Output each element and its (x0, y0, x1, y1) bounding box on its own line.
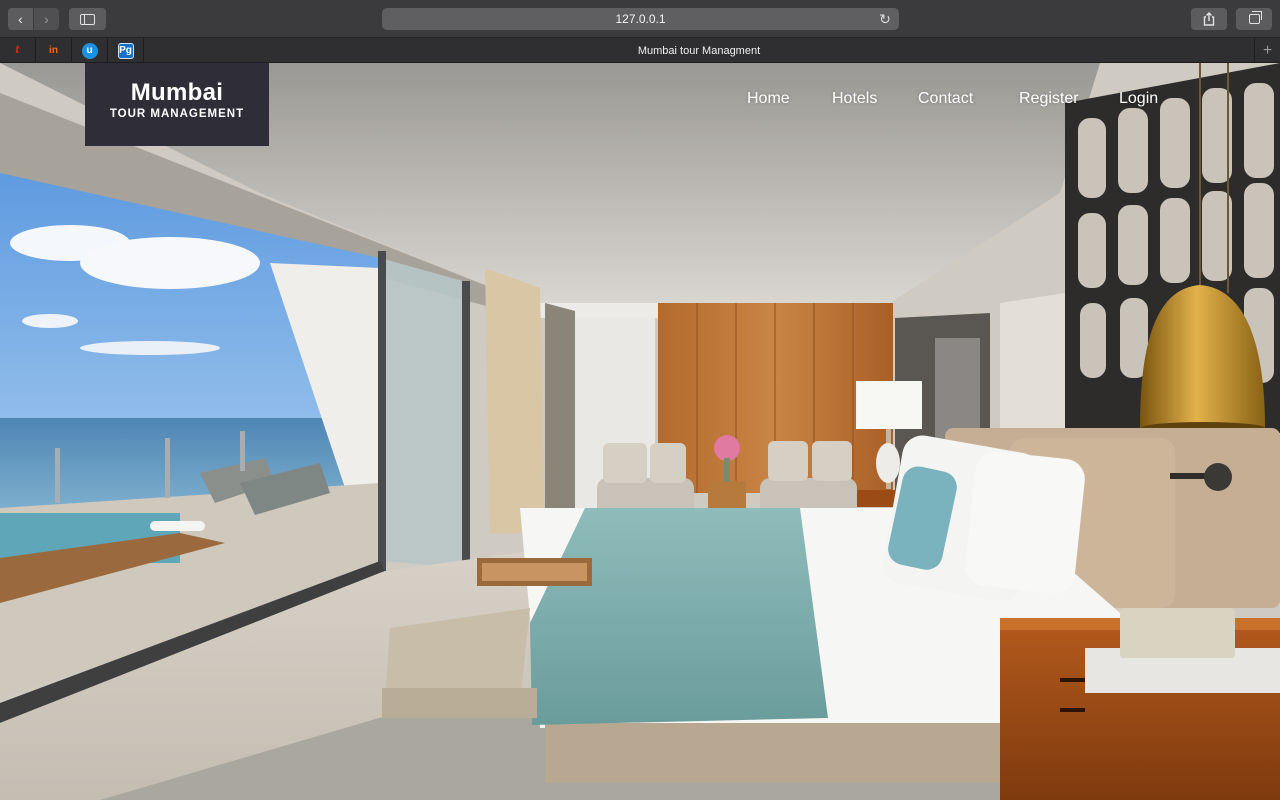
new-tab-button[interactable]: + (1254, 38, 1280, 63)
chevron-right-icon: › (44, 11, 49, 27)
active-tab[interactable]: Mumbai tour Managment (144, 38, 1254, 63)
nav-link-home[interactable]: Home (747, 90, 790, 108)
sidebar-toggle-button[interactable] (69, 8, 106, 30)
share-icon (1203, 12, 1215, 26)
chevron-left-icon: ‹ (18, 11, 23, 27)
history-buttons: ‹ › (8, 8, 59, 30)
page-viewport: Mumbai TOUR MANAGEMENT Home Hotels Conta… (0, 63, 1280, 800)
back-button[interactable]: ‹ (8, 8, 33, 30)
tab-bar: t in u Pg Mumbai tour Managment + (0, 38, 1280, 63)
sidebar-icon (80, 13, 95, 25)
reload-icon[interactable]: ↻ (877, 11, 893, 27)
address-bar[interactable]: 127.0.0.1 ↻ (382, 8, 899, 30)
blue-circle-u-icon: u (81, 42, 98, 59)
share-button[interactable] (1191, 8, 1227, 30)
brand-title: Mumbai (130, 79, 224, 106)
tabs-overview-icon (1248, 11, 1262, 24)
brand-subtitle: TOUR MANAGEMENT (109, 108, 245, 120)
show-tabs-button[interactable] (1236, 8, 1272, 30)
tab-title: Mumbai tour Managment (637, 44, 761, 57)
pg-icon: Pg (117, 42, 134, 59)
red-script-icon: t (15, 45, 20, 56)
favorite-3[interactable]: u (72, 38, 108, 63)
nav-link-login[interactable]: Login (1119, 90, 1158, 108)
favorite-1[interactable]: t (0, 38, 36, 63)
url-text: 127.0.0.1 (615, 12, 666, 26)
browser-toolbar: ‹ › 127.0.0.1 ↻ (0, 0, 1280, 38)
brand-logo[interactable]: Mumbai TOUR MANAGEMENT (85, 63, 269, 146)
invision-icon: in (49, 45, 58, 56)
nav-link-contact[interactable]: Contact (918, 90, 973, 108)
favorite-4[interactable]: Pg (108, 38, 144, 63)
plus-icon: + (1262, 41, 1273, 59)
forward-button[interactable]: › (34, 8, 59, 30)
hero-image (0, 63, 1280, 800)
favorite-2[interactable]: in (36, 38, 72, 63)
nav-link-register[interactable]: Register (1019, 90, 1079, 108)
nav-link-hotels[interactable]: Hotels (832, 90, 877, 108)
